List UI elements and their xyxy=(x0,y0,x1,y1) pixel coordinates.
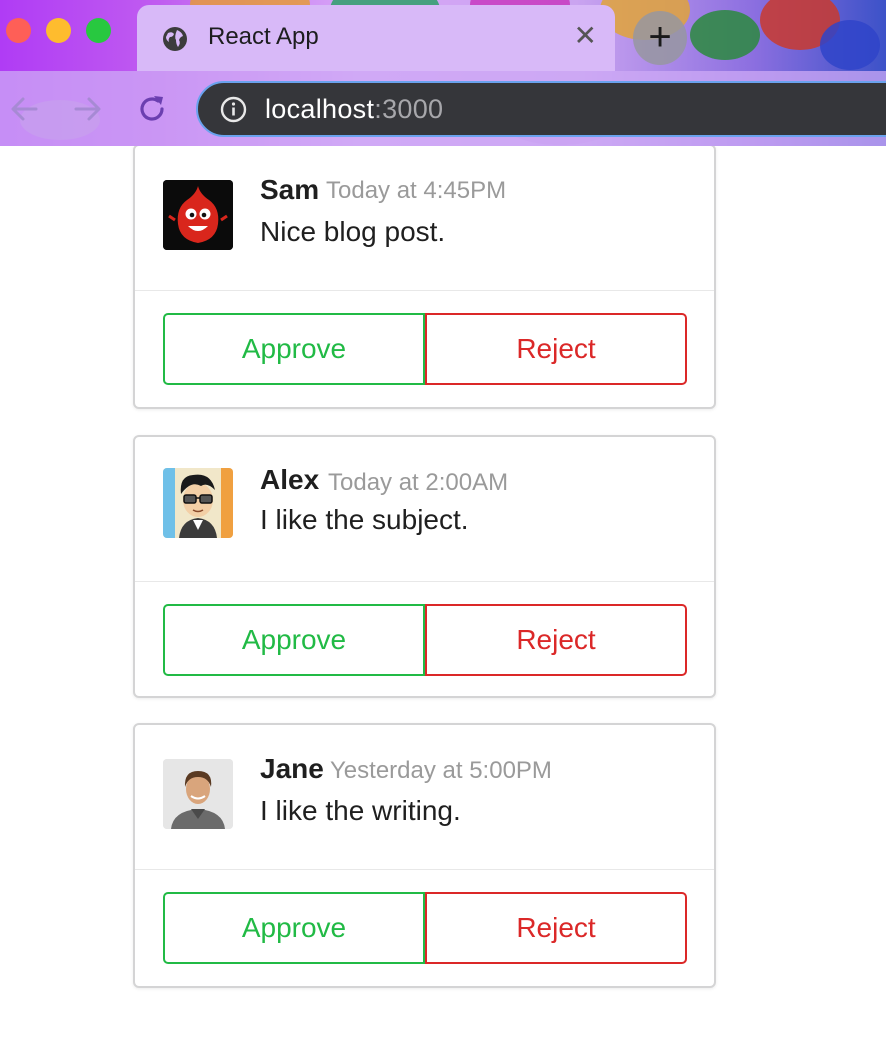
comment: Sam Today at 4:45PM Nice blog post. xyxy=(135,146,714,291)
back-arrow-icon[interactable] xyxy=(6,91,42,127)
reload-icon[interactable] xyxy=(134,91,170,127)
button-group: Approve Reject xyxy=(163,892,687,964)
reject-button[interactable]: Reject xyxy=(425,892,687,964)
comment-metadata: Today at 2:00AM xyxy=(328,469,509,496)
avatar xyxy=(163,180,233,250)
browser-chrome: React App ✕ + localhost:3000 xyxy=(0,0,886,146)
comment-author[interactable]: Sam xyxy=(260,174,319,206)
globe-icon xyxy=(163,27,187,51)
comment-card: Sam Today at 4:45PM Nice blog post. Appr… xyxy=(133,146,716,409)
button-group: Approve Reject xyxy=(163,604,687,676)
window-minimize-button[interactable] xyxy=(46,18,71,43)
tab-title: React App xyxy=(208,23,319,50)
window-close-button[interactable] xyxy=(6,18,31,43)
reject-button[interactable]: Reject xyxy=(425,604,687,676)
address-bar[interactable]: localhost:3000 xyxy=(196,81,886,137)
comment-author[interactable]: Jane xyxy=(260,753,324,785)
url-host: localhost xyxy=(265,94,375,124)
red-monster-avatar-icon xyxy=(163,180,233,250)
page-content: Sam Today at 4:45PM Nice blog post. Appr… xyxy=(0,146,886,1040)
button-group: Approve Reject xyxy=(163,313,687,385)
comment-text: Nice blog post. xyxy=(260,216,446,247)
comment-card: Alex Today at 2:00AM I like the subject.… xyxy=(133,435,716,698)
comment-author[interactable]: Alex xyxy=(260,464,319,496)
comment-text: I like the writing. xyxy=(260,795,461,826)
url-port: :3000 xyxy=(374,94,444,124)
window-maximize-button[interactable] xyxy=(86,18,111,43)
avatar xyxy=(163,468,233,538)
comment-metadata: Yesterday at 5:00PM xyxy=(330,757,552,784)
info-icon[interactable] xyxy=(220,96,247,123)
comment: Jane Yesterday at 5:00PM I like the writ… xyxy=(135,725,714,870)
comment: Alex Today at 2:00AM I like the subject. xyxy=(135,437,714,582)
url-text: localhost:3000 xyxy=(265,94,443,125)
avatar xyxy=(163,759,233,829)
forward-arrow-icon[interactable] xyxy=(70,91,106,127)
browser-tab[interactable]: React App ✕ xyxy=(137,5,615,71)
new-tab-button[interactable]: + xyxy=(633,11,687,65)
comment-metadata: Today at 4:45PM xyxy=(326,177,507,204)
approve-button[interactable]: Approve xyxy=(163,604,425,676)
browser-toolbar: localhost:3000 xyxy=(0,71,886,146)
cartoon-glasses-avatar-icon xyxy=(163,468,233,538)
photo-avatar-icon xyxy=(163,759,233,829)
reject-button[interactable]: Reject xyxy=(425,313,687,385)
comment-card: Jane Yesterday at 5:00PM I like the writ… xyxy=(133,723,716,988)
approve-button[interactable]: Approve xyxy=(163,313,425,385)
tab-close-icon[interactable]: ✕ xyxy=(574,21,597,51)
comment-text: I like the subject. xyxy=(260,504,469,535)
approve-button[interactable]: Approve xyxy=(163,892,425,964)
